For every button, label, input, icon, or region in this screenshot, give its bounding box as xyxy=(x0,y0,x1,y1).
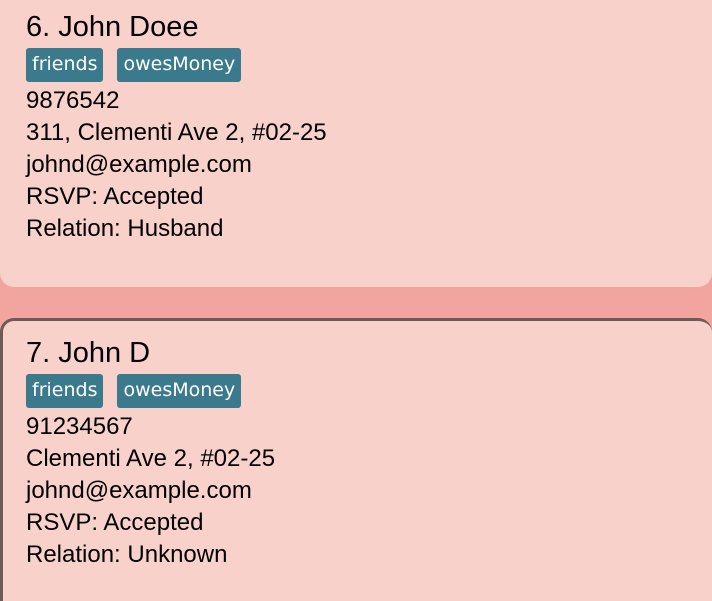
person-address: 311, Clementi Ave 2, #02-25 xyxy=(26,119,327,146)
person-email: johnd@example.com xyxy=(26,151,252,178)
person-name: 7. John D xyxy=(26,337,151,369)
person-phone: 91234567 xyxy=(26,413,133,440)
person-rsvp: RSVP: Accepted xyxy=(26,183,204,210)
tag-badge: owesMoney xyxy=(117,48,242,82)
tag-badge: friends xyxy=(26,374,104,408)
person-address: Clementi Ave 2, #02-25 xyxy=(26,445,276,472)
person-card-selected[interactable]: 7. John D friends owesMoney 91234567 Cle… xyxy=(0,318,712,601)
person-relation: Relation: Husband xyxy=(26,215,224,242)
person-email: johnd@example.com xyxy=(26,477,252,504)
tag-list: friends owesMoney xyxy=(26,374,712,408)
tag-badge: owesMoney xyxy=(117,374,242,408)
person-relation: Relation: Unknown xyxy=(26,541,228,568)
person-rsvp: RSVP: Accepted xyxy=(26,509,204,536)
person-name: 6. John Doee xyxy=(26,11,199,43)
person-phone: 9876542 xyxy=(26,87,120,114)
tag-badge: friends xyxy=(26,48,104,82)
tag-list: friends owesMoney xyxy=(26,48,712,82)
person-list[interactable]: 6. John Doee friends owesMoney 9876542 3… xyxy=(0,0,712,601)
person-card[interactable]: 6. John Doee friends owesMoney 9876542 3… xyxy=(0,0,712,287)
